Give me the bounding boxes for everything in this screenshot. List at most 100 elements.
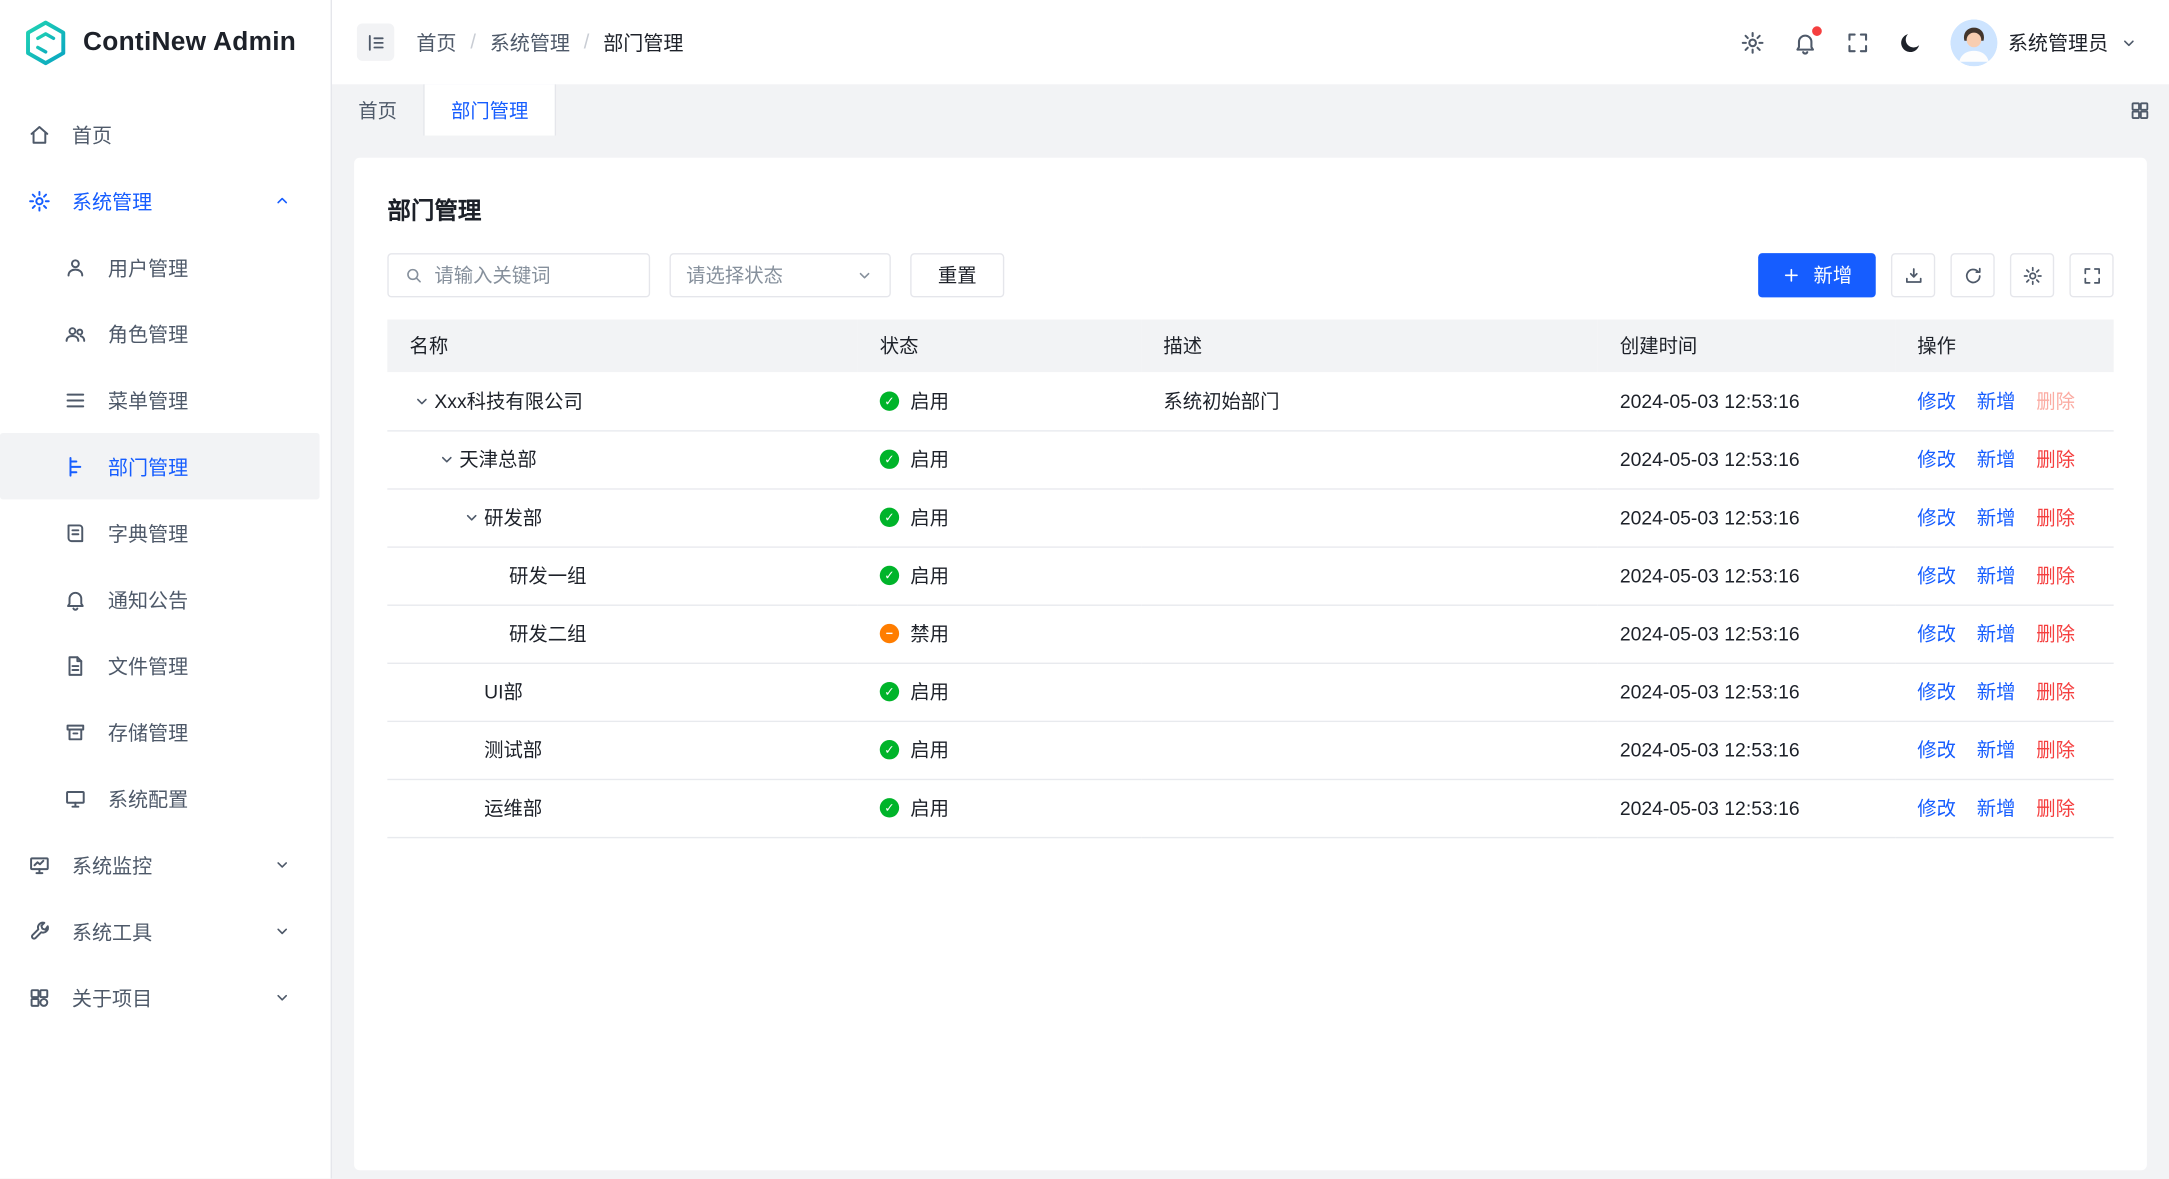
edit-link[interactable]: 修改 (1917, 506, 1956, 528)
delete-link[interactable]: 删除 (2036, 797, 2075, 819)
table-row-4: 研发二组−禁用2024-05-03 12:53:16修改新增删除 (387, 604, 2113, 662)
table-body: Xxx科技有限公司✓启用系统初始部门2024-05-03 12:53:16修改新… (387, 372, 2113, 837)
sidebar-item-system-tools[interactable]: 系统工具 (0, 898, 320, 964)
table-row-0: Xxx科技有限公司✓启用系统初始部门2024-05-03 12:53:16修改新… (387, 372, 2113, 430)
add-link[interactable]: 新增 (1977, 564, 2016, 586)
sidebar-item-home[interactable]: 首页 (0, 101, 320, 167)
sidebar-item-system-monitor[interactable]: 系统监控 (0, 831, 320, 897)
breadcrumb-home[interactable]: 首页 (416, 28, 456, 57)
table-header-row: 名称 状态 描述 创建时间 操作 (387, 320, 2113, 373)
edit-link[interactable]: 修改 (1917, 681, 1956, 703)
home-icon (28, 122, 52, 146)
delete-link[interactable]: 删除 (2036, 506, 2075, 528)
sidebar-item-system-management[interactable]: 系统管理 (0, 167, 320, 233)
content-area: 部门管理 请选择状态 重置 新增 (332, 136, 2169, 1179)
reset-button[interactable]: 重置 (910, 253, 1004, 297)
sidebar-item-notice-management[interactable]: 通知公告 (0, 566, 320, 632)
storage-icon (64, 720, 88, 744)
row-collapse-chevron-down-icon[interactable] (409, 391, 434, 410)
sidebar-item-user-management[interactable]: 用户管理 (0, 234, 320, 300)
sidebar-item-label: 文件管理 (108, 651, 292, 680)
sidebar-item-menu-management[interactable]: 菜单管理 (0, 367, 320, 433)
fullscreen-icon[interactable] (1845, 30, 1870, 55)
chevron-down-icon (273, 921, 292, 940)
delete-link[interactable]: 删除 (2036, 622, 2075, 644)
expand-icon (2081, 265, 2102, 286)
status-badge: ✓启用 (880, 446, 949, 474)
keyword-search-box[interactable] (387, 253, 650, 297)
status-enabled-icon: ✓ (880, 391, 899, 410)
add-link[interactable]: 新增 (1977, 448, 2016, 470)
status-badge: ✓启用 (880, 736, 949, 764)
search-input[interactable] (434, 264, 633, 286)
department-name: Xxx科技有限公司 (434, 387, 582, 415)
table-fullscreen-button[interactable] (2069, 253, 2113, 297)
column-header-created: 创建时间 (1598, 320, 1895, 373)
status-select-placeholder: 请选择状态 (686, 261, 783, 289)
breadcrumb-system-management[interactable]: 系统管理 (490, 28, 570, 57)
delete-link[interactable]: 删除 (2036, 739, 2075, 761)
notification-button[interactable] (1792, 30, 1817, 55)
tab-actions-button[interactable] (2111, 84, 2169, 135)
edit-link[interactable]: 修改 (1917, 797, 1956, 819)
column-settings-button[interactable] (2010, 253, 2054, 297)
tab-bar: 首页 部门管理 (332, 84, 2169, 135)
tab-bar-spacer (556, 84, 2111, 135)
sidebar-item-dict-management[interactable]: 字典管理 (0, 499, 320, 565)
table-row-3: 研发一组✓启用2024-05-03 12:53:16修改新增删除 (387, 546, 2113, 604)
add-link[interactable]: 新增 (1977, 390, 2016, 412)
dict-icon (64, 521, 88, 545)
created-time: 2024-05-03 12:53:16 (1620, 739, 1800, 761)
department-name: 测试部 (484, 736, 542, 764)
status-badge: ✓启用 (880, 387, 949, 415)
sidebar-collapse-button[interactable] (357, 24, 394, 61)
tab-department-management[interactable]: 部门管理 (425, 84, 556, 135)
sidebar-item-label: 存储管理 (108, 717, 292, 746)
edit-link[interactable]: 修改 (1917, 390, 1956, 412)
logo[interactable]: ContiNew Admin (0, 0, 331, 84)
sidebar-item-storage-management[interactable]: 存储管理 (0, 699, 320, 765)
add-link[interactable]: 新增 (1977, 797, 2016, 819)
gear-icon (2022, 265, 2043, 286)
add-link[interactable]: 新增 (1977, 739, 2016, 761)
edit-link[interactable]: 修改 (1917, 739, 1956, 761)
user-menu[interactable]: 系统管理员 (1950, 19, 2139, 66)
department-name: 研发二组 (509, 620, 586, 648)
department-name: 研发一组 (509, 562, 586, 590)
delete-link[interactable]: 删除 (2036, 564, 2075, 586)
created-time: 2024-05-03 12:53:16 (1620, 448, 1800, 470)
export-button[interactable] (1891, 253, 1935, 297)
delete-link[interactable]: 删除 (2036, 681, 2075, 703)
settings-icon[interactable] (1739, 30, 1764, 55)
sidebar-item-file-management[interactable]: 文件管理 (0, 632, 320, 698)
tool-icon (28, 919, 52, 943)
department-table: 名称 状态 描述 创建时间 操作 Xxx科技有限公司✓启用系统初始部门2024-… (387, 320, 2113, 838)
sidebar-item-role-management[interactable]: 角色管理 (0, 300, 320, 366)
tab-home[interactable]: 首页 (332, 84, 425, 135)
edit-link[interactable]: 修改 (1917, 564, 1956, 586)
add-link[interactable]: 新增 (1977, 622, 2016, 644)
desktop-icon (64, 786, 88, 810)
status-select[interactable]: 请选择状态 (670, 253, 891, 297)
refresh-button[interactable] (1950, 253, 1994, 297)
add-link[interactable]: 新增 (1977, 681, 2016, 703)
delete-link: 删除 (2036, 390, 2075, 412)
sidebar-item-system-config[interactable]: 系统配置 (0, 765, 320, 831)
chevron-down-icon (273, 988, 292, 1007)
chevron-down-icon (2119, 33, 2138, 52)
dark-mode-moon-icon[interactable] (1897, 30, 1922, 55)
add-link[interactable]: 新增 (1977, 506, 2016, 528)
plus-icon (1782, 266, 1801, 285)
delete-link[interactable]: 删除 (2036, 448, 2075, 470)
row-collapse-chevron-down-icon[interactable] (434, 450, 459, 469)
edit-link[interactable]: 修改 (1917, 448, 1956, 470)
department-name: 运维部 (484, 794, 542, 822)
sidebar-item-about-project[interactable]: 关于项目 (0, 964, 320, 1030)
row-collapse-chevron-down-icon[interactable] (459, 508, 484, 527)
add-button[interactable]: 新增 (1758, 253, 1876, 297)
sidebar-menu: 首页系统管理用户管理角色管理菜单管理部门管理字典管理通知公告文件管理存储管理系统… (0, 84, 331, 1179)
status-label: 禁用 (910, 620, 949, 648)
edit-link[interactable]: 修改 (1917, 622, 1956, 644)
settings-icon (28, 189, 52, 213)
sidebar-item-department-management[interactable]: 部门管理 (0, 433, 320, 499)
